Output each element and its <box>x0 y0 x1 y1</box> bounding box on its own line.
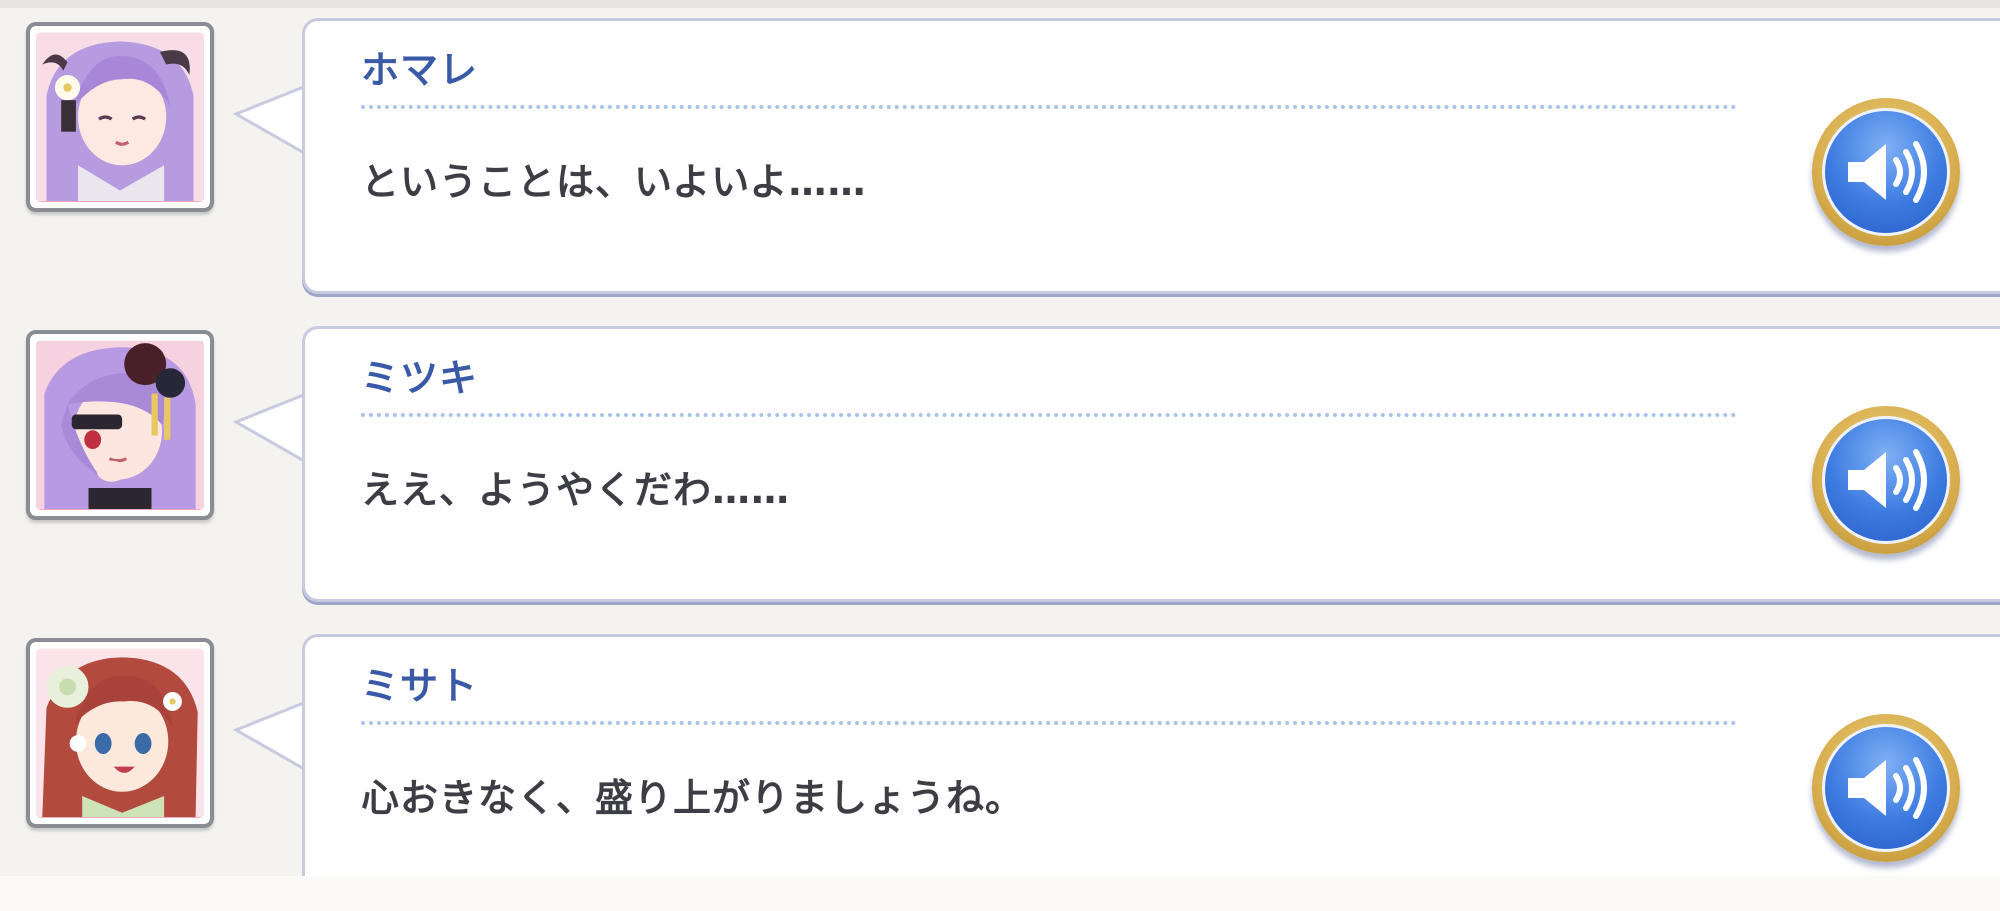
mitsuki-portrait <box>26 330 214 520</box>
name-divider <box>361 413 1737 417</box>
dialogue-entry: ミツキ ええ、ようやくだわ…… <box>0 326 2000 620</box>
name-divider <box>361 721 1737 725</box>
dialogue-log-list[interactable]: ホマレ ということは、いよいよ…… ミツキ ええ、ようやくだわ…… ミサト 心お… <box>0 0 2000 910</box>
portrait-illustration <box>36 33 204 202</box>
speech-tail <box>232 392 306 464</box>
portrait-illustration <box>36 341 204 509</box>
speech-bubble: ミサト 心おきなく、盛り上がりましょうね。 <box>302 634 2000 910</box>
voice-replay-button[interactable] <box>1812 406 1960 554</box>
name-divider <box>361 105 1737 109</box>
misato-portrait <box>26 638 214 828</box>
voice-replay-button[interactable] <box>1812 714 1960 862</box>
speaker-name: ホマレ <box>361 48 479 92</box>
speech-tail <box>232 84 306 156</box>
dialogue-text: ということは、いよいよ…… <box>361 160 867 204</box>
speaker-volume-icon <box>1848 757 1927 819</box>
speech-tail <box>232 700 306 772</box>
list-bottom-edge <box>0 876 2000 911</box>
dialogue-entry: ミサト 心おきなく、盛り上がりましょうね。 <box>0 634 2000 911</box>
story-log-screen: ホマレ ということは、いよいよ…… ミツキ ええ、ようやくだわ…… ミサト 心お… <box>0 0 2000 911</box>
portrait-illustration <box>36 649 204 817</box>
homare-portrait <box>26 22 214 212</box>
speaker-volume-icon <box>1848 141 1927 203</box>
dialogue-entry: ホマレ ということは、いよいよ…… <box>0 18 2000 312</box>
speaker-volume-icon <box>1848 449 1927 511</box>
speech-bubble: ホマレ ということは、いよいよ…… <box>302 18 2000 294</box>
speech-bubble: ミツキ ええ、ようやくだわ…… <box>302 326 2000 602</box>
dialogue-text: 心おきなく、盛り上がりましょうね。 <box>361 776 1025 820</box>
dialogue-text: ええ、ようやくだわ…… <box>361 468 791 512</box>
speaker-name: ミサト <box>361 664 479 708</box>
voice-replay-button[interactable] <box>1812 98 1960 246</box>
speaker-name: ミツキ <box>361 356 479 400</box>
